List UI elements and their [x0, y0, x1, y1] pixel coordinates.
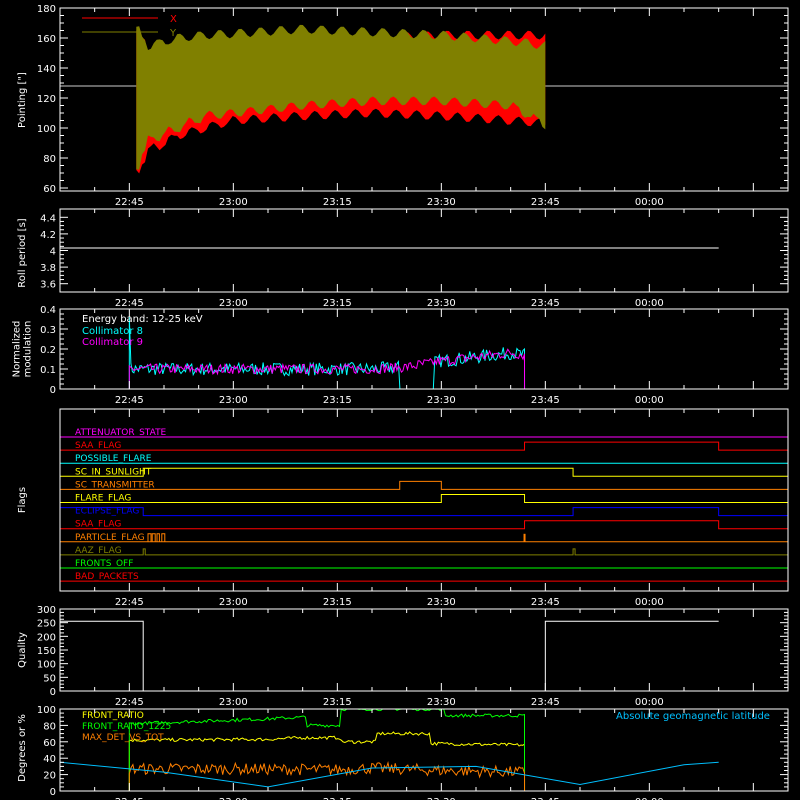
- y-tick-label: 3.6: [40, 280, 56, 291]
- summary-figure: Pointing ["] XY 22:45 23:00 23:15 23:30 23:45 0…: [0, 0, 800, 800]
- x-tick-label: 23:30: [427, 697, 456, 708]
- y-tick-label: 0.1: [40, 365, 56, 376]
- y-axis-label: Degrees or %: [17, 714, 28, 782]
- y-tick-label: 40: [43, 754, 56, 765]
- x-tick-label: 23:15: [323, 597, 352, 608]
- y-tick-label: 0: [50, 385, 56, 396]
- x-tick-label: 00:00: [635, 597, 664, 608]
- x-tick-label: 23:30: [427, 298, 456, 309]
- x-tick-label: 23:30: [427, 597, 456, 608]
- x-tick-label: 23:15: [323, 197, 352, 208]
- x-tick-label: 23:45: [531, 597, 560, 608]
- y-tick-label: 80: [43, 154, 56, 165]
- y-tick-label: 20: [43, 771, 56, 782]
- x-tick-label: 23:45: [531, 395, 560, 406]
- x-tick-label: 00:00: [635, 395, 664, 406]
- y-tick-label: 4.2: [40, 230, 56, 241]
- x-tick-label: 22:45: [115, 298, 144, 309]
- y-axis-label: Pointing ["]: [17, 72, 28, 128]
- y-axis-label: modulation: [23, 321, 34, 378]
- legend-label: Absolute geomagnetic latitude: [616, 711, 770, 722]
- y-tick-label: 4: [50, 247, 56, 258]
- y-tick-label: 250: [37, 619, 56, 630]
- x-tick-label: 22:45: [115, 597, 144, 608]
- x-tick-label: 23:15: [323, 298, 352, 309]
- x-tick-label: 23:45: [531, 298, 560, 309]
- x-tick-label: 00:00: [635, 298, 664, 309]
- y-axis-label: Normalized: [12, 321, 23, 378]
- y-tick-label: 100: [37, 124, 56, 135]
- y-tick-label: 0.2: [40, 345, 56, 356]
- x-tick-label: 22:45: [115, 697, 144, 708]
- y-tick-label: 0: [50, 787, 56, 798]
- x-tick-label: 23:00: [219, 197, 248, 208]
- x-tick-label: 23:00: [219, 597, 248, 608]
- y-tick-label: 150: [37, 646, 56, 657]
- x-tick-label: 23:15: [323, 395, 352, 406]
- y-tick-label: 50: [43, 673, 56, 684]
- y-tick-label: 140: [37, 64, 56, 75]
- x-tick-label: 23:00: [219, 395, 248, 406]
- y-tick-label: 100: [37, 660, 56, 671]
- x-tick-label: 23:00: [219, 298, 248, 309]
- y-axis-label: Flags: [17, 487, 28, 513]
- y-tick-label: 0: [50, 687, 56, 698]
- x-tick-label: 22:45: [115, 395, 144, 406]
- x-tick-label: 23:30: [427, 197, 456, 208]
- legend-label: Y: [169, 28, 177, 39]
- x-tick-label: 00:00: [635, 197, 664, 208]
- y-tick-label: 3.8: [40, 263, 56, 274]
- x-tick-label: 23:00: [219, 697, 248, 708]
- legend-label: X: [170, 14, 177, 25]
- legend-label: FRONT_RATIO_1225: [82, 722, 171, 732]
- x-tick-label: 23:45: [531, 197, 560, 208]
- y-tick-label: 160: [37, 34, 56, 45]
- y-tick-label: 60: [43, 184, 56, 195]
- legend-label: FRONT_RATIO: [82, 711, 144, 721]
- y-tick-label: 200: [37, 632, 56, 643]
- y-tick-label: 0.3: [40, 325, 56, 336]
- y-tick-label: 100: [37, 705, 56, 716]
- y-tick-label: 4.4: [40, 213, 56, 224]
- x-tick-label: 23:30: [427, 395, 456, 406]
- x-tick-label: 23:45: [531, 697, 560, 708]
- y-axis-label: Quality: [17, 632, 28, 668]
- y-tick-label: 60: [43, 738, 56, 749]
- y-axis-label: Roll period [s]: [17, 218, 28, 287]
- y-tick-label: 120: [37, 94, 56, 105]
- y-tick-label: 0.4: [40, 305, 56, 316]
- legend-label: Collimator 8: [82, 326, 143, 337]
- y-tick-label: 180: [37, 4, 56, 15]
- x-tick-label: 00:00: [635, 697, 664, 708]
- y-tick-label: 300: [37, 605, 56, 616]
- legend-label: Collimator 9: [82, 337, 143, 348]
- legend-label: MAX_DET_VS_TOT: [82, 733, 164, 743]
- y-tick-label: 80: [43, 721, 56, 732]
- energy-band-label: Energy band: 12-25 keV: [82, 314, 203, 325]
- x-tick-label: 23:15: [323, 697, 352, 708]
- x-tick-label: 22:45: [115, 197, 144, 208]
